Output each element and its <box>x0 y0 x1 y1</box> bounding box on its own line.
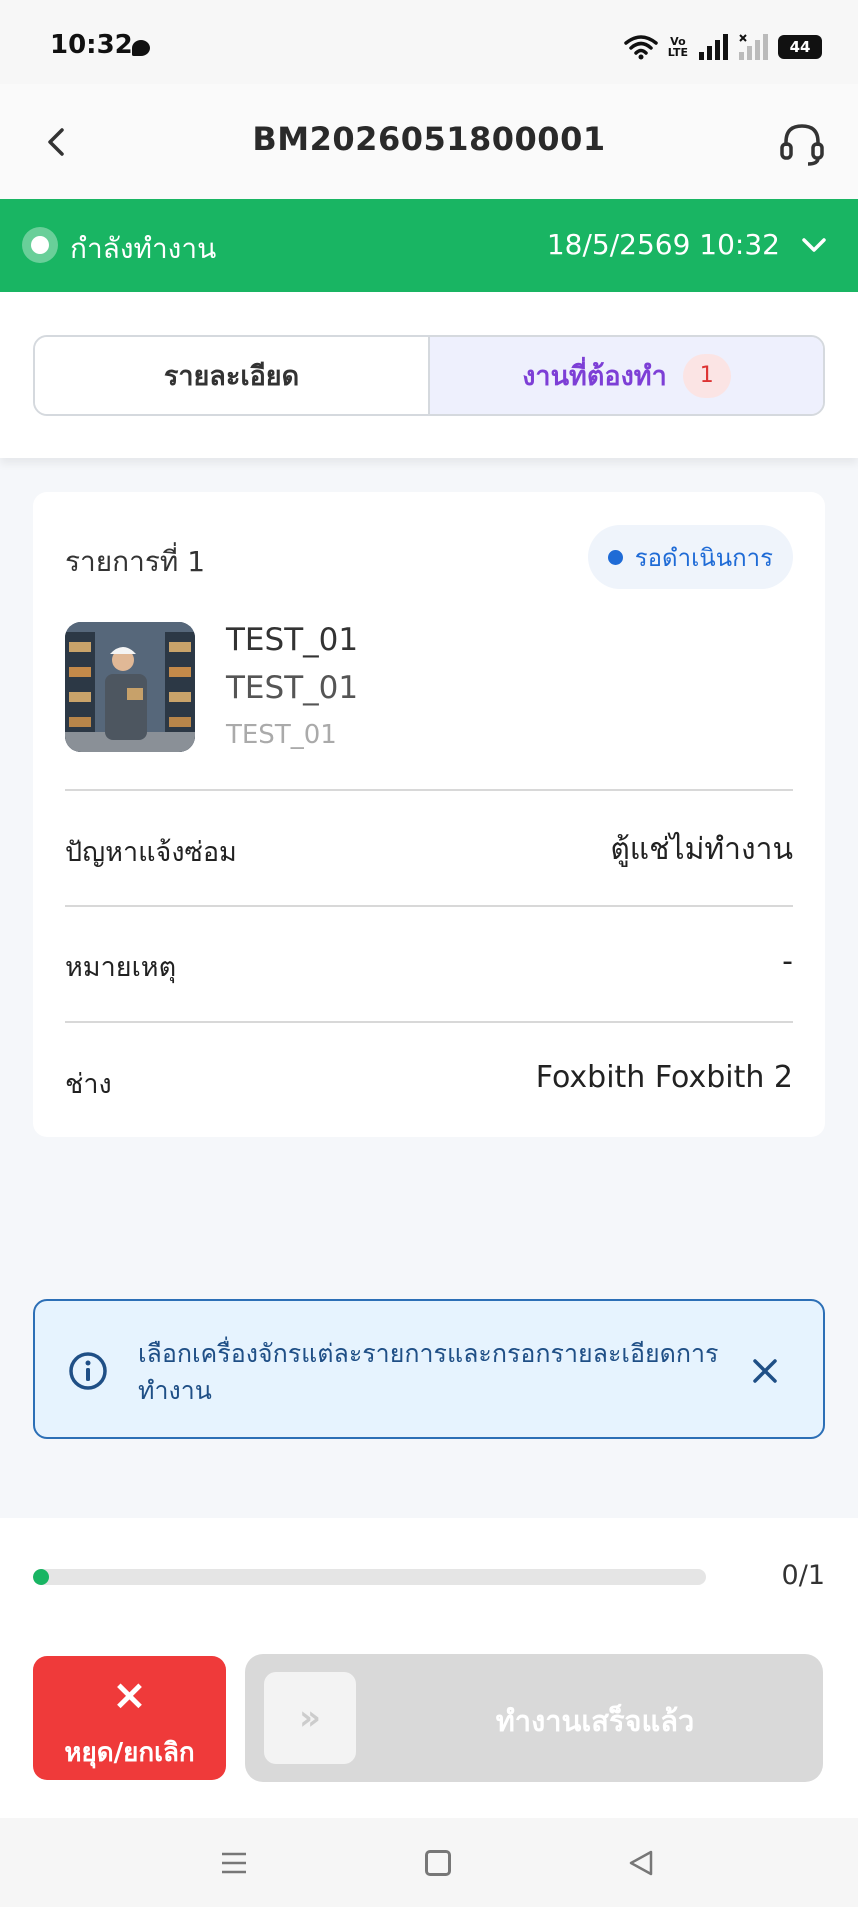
info-banner: เลือกเครื่องจักรแต่ละรายการและกรอกรายละเ… <box>33 1299 825 1439</box>
recent-apps-icon[interactable] <box>220 1851 248 1875</box>
message-notification-icon <box>132 40 150 56</box>
slide-handle[interactable]: » <box>264 1672 356 1764</box>
item-number: รายการที่ 1 <box>65 545 206 578</box>
tab-todo-count-badge: 1 <box>682 353 731 398</box>
task-item-card[interactable]: รายการที่ 1 รอดำเนินการ TEST_01 TEST_01 … <box>33 492 825 1137</box>
machine-code: TEST_01 <box>226 670 359 706</box>
status-icons: Vo LTE 44 <box>624 30 822 64</box>
home-icon[interactable] <box>425 1850 451 1876</box>
signal-weak-icon <box>739 34 768 60</box>
machine-location: TEST_01 <box>226 720 337 750</box>
info-icon <box>69 1352 107 1390</box>
divider <box>65 1021 793 1023</box>
progress-count: 0/1 <box>781 1560 825 1591</box>
status-bar: 10:32 Vo LTE 44 <box>0 0 858 84</box>
double-chevron-right-icon: » <box>299 1698 321 1738</box>
signal-icon <box>699 34 728 60</box>
job-status-label: กำลังทำงาน <box>70 232 217 265</box>
progress-fill <box>33 1569 49 1585</box>
app-header: BM2026051800001 <box>0 84 858 199</box>
note-label: หมายเหตุ <box>65 952 177 983</box>
close-icon[interactable] <box>751 1357 779 1385</box>
divider <box>65 905 793 907</box>
machine-name: TEST_01 <box>226 622 359 658</box>
battery-icon: 44 <box>778 35 822 59</box>
job-status-bar[interactable]: กำลังทำงาน 18/5/2569 10:32 <box>0 199 858 292</box>
tab-todo-label: งานที่ต้องทำ <box>522 361 667 392</box>
chevron-down-icon[interactable] <box>800 233 828 257</box>
divider <box>65 789 793 791</box>
finish-work-slider[interactable]: » ทำงานเสร็จแล้ว <box>245 1654 823 1782</box>
status-dot-icon <box>607 549 623 565</box>
status-indicator-icon <box>22 227 58 263</box>
problem-value: ตู้แช่ไม่ทำงาน <box>610 832 793 867</box>
back-triangle-icon[interactable] <box>627 1849 655 1877</box>
machine-thumbnail <box>65 622 195 752</box>
progress-bar <box>33 1569 706 1585</box>
tab-details[interactable]: รายละเอียด <box>35 337 430 414</box>
technician-label: ช่าง <box>65 1069 112 1100</box>
page-title: BM2026051800001 <box>252 120 606 158</box>
wifi-icon <box>624 35 658 60</box>
technician-value: Foxbith Foxbith 2 <box>535 1060 793 1095</box>
tab-bar: รายละเอียด งานที่ต้องทำ 1 <box>33 335 825 416</box>
system-nav-bar <box>0 1818 858 1907</box>
note-value: - <box>782 944 793 979</box>
headset-icon[interactable] <box>778 120 826 168</box>
tab-todo[interactable]: งานที่ต้องทำ 1 <box>430 337 823 414</box>
tab-details-label: รายละเอียด <box>163 361 300 392</box>
clock: 10:32 <box>50 30 133 60</box>
tab-bar-container: รายละเอียด งานที่ต้องทำ 1 <box>0 292 858 458</box>
finish-work-label: ทำงานเสร็จแล้ว <box>495 1704 695 1738</box>
info-message: เลือกเครื่องจักรแต่ละรายการและกรอกรายละเ… <box>138 1339 719 1405</box>
problem-label: ปัญหาแจ้งซ่อม <box>65 837 237 868</box>
status-badge-label: รอดำเนินการ <box>634 543 773 572</box>
action-panel: 0/1 × หยุด/ยกเลิก » ทำงานเสร็จแล้ว <box>0 1518 858 1818</box>
stop-cancel-label: หยุด/ยกเลิก <box>64 1738 195 1768</box>
status-badge: รอดำเนินการ <box>587 525 793 589</box>
volte-indicator: Vo LTE <box>667 35 688 59</box>
stop-cancel-button[interactable]: × หยุด/ยกเลิก <box>33 1656 226 1780</box>
close-icon: × <box>111 1670 148 1719</box>
job-status-datetime: 18/5/2569 10:32 <box>546 228 780 261</box>
